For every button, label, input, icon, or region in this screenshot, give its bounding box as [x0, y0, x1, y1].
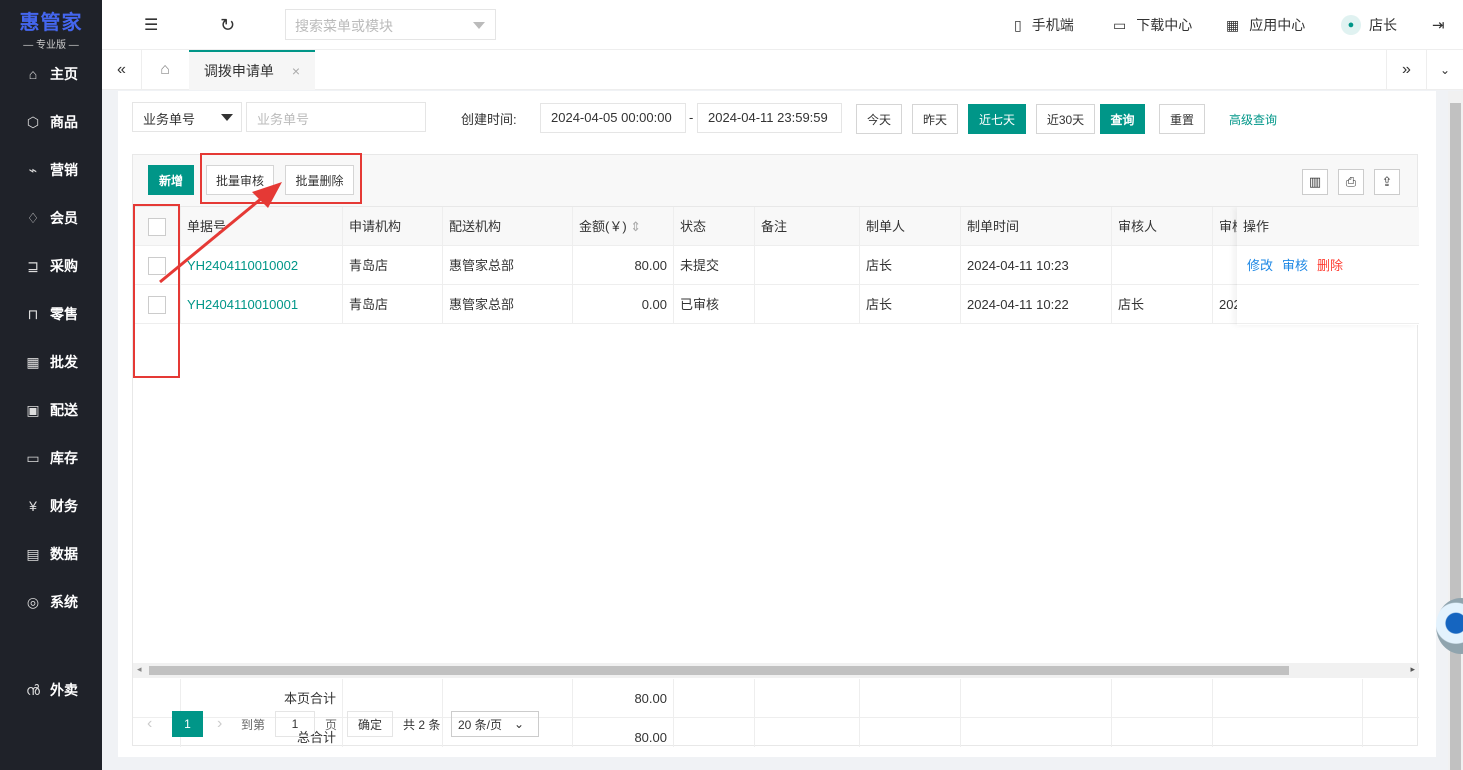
annotation-box-batch-buttons	[200, 153, 362, 204]
annotation-overlay	[133, 153, 362, 378]
annotation-arrow-line	[159, 196, 263, 284]
annotation-box-checkboxes	[133, 204, 180, 378]
